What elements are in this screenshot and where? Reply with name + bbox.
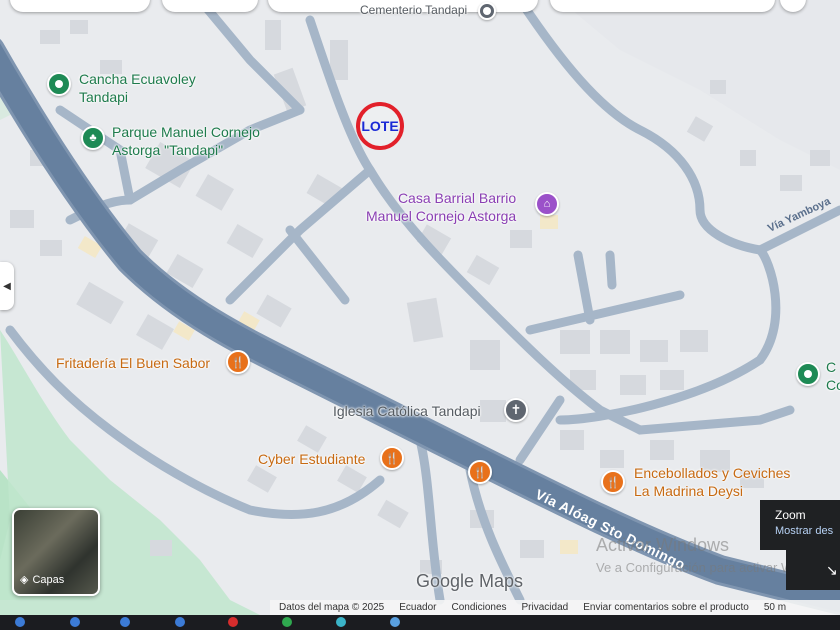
expand-button[interactable]: ↘: [786, 550, 840, 590]
zoom-link[interactable]: Mostrar des: [775, 525, 840, 537]
parque-tree-icon[interactable]: ♣: [81, 126, 105, 150]
parque-label[interactable]: Parque Manuel Cornejo Astorga "Tandapi": [112, 123, 260, 159]
parque-label-line2: Astorga "Tandapi": [112, 142, 224, 158]
lote-label: LOTE: [361, 118, 399, 134]
attribution-bar: Datos del mapa © 2025 Ecuador Condicione…: [270, 600, 840, 615]
cyber-label[interactable]: Cyber Estudiante: [258, 450, 365, 468]
chevron-left-icon: ◀: [3, 280, 11, 292]
layers-label: Capas: [32, 573, 65, 586]
right-edge-label[interactable]: C Co: [826, 358, 840, 394]
cancha-label-line2: Tandapi: [79, 89, 129, 105]
right-edge-pin-icon[interactable]: [796, 362, 820, 386]
right-edge-label-line1: C: [826, 359, 837, 375]
casa-label-line2: Manuel Cornejo Astorga: [366, 208, 517, 224]
taskbar-app-icon[interactable]: [120, 617, 130, 627]
zoom-title: Zoom: [775, 508, 806, 522]
lote-marker: LOTE: [356, 102, 404, 150]
layers-button[interactable]: ◈ Capas: [12, 508, 100, 596]
taskbar-app-icon[interactable]: [175, 617, 185, 627]
taskbar: [0, 615, 840, 630]
zoom-tooltip: Zoom Mostrar des: [760, 500, 840, 550]
fritaderia-label[interactable]: Fritadería El Buen Sabor: [56, 354, 210, 372]
taskbar-app-icon[interactable]: [15, 617, 25, 627]
encebollados-restaurant-icon[interactable]: 🍴: [601, 470, 625, 494]
restaurant-pin-icon[interactable]: 🍴: [468, 460, 492, 484]
cemetery-pin-icon[interactable]: [478, 2, 496, 20]
casa-barrial-home-icon[interactable]: ⌂: [535, 192, 559, 216]
layers-text: ◈ Capas: [20, 573, 65, 587]
top-chip-2[interactable]: [162, 0, 258, 12]
taskbar-app-icon[interactable]: [390, 617, 400, 627]
taskbar-app-icon[interactable]: [70, 617, 80, 627]
parque-label-line1: Parque Manuel Cornejo: [112, 124, 260, 140]
terms-link[interactable]: Condiciones: [451, 602, 506, 613]
casa-label-line1: Casa Barrial Barrio: [397, 190, 517, 206]
taskbar-app-icon[interactable]: [282, 617, 292, 627]
country-link[interactable]: Ecuador: [399, 602, 436, 613]
top-chip-1[interactable]: [10, 0, 150, 12]
fritaderia-restaurant-icon[interactable]: 🍴: [226, 350, 250, 374]
windows-activation-watermark-sub: Ve a Configuración para activar Wi: [596, 560, 797, 575]
iglesia-cross-icon[interactable]: ✝: [504, 398, 528, 422]
taskbar-app-icon[interactable]: [228, 617, 238, 627]
iglesia-label[interactable]: Iglesia Católica Tandapi: [333, 402, 481, 420]
taskbar-app-icon[interactable]: [336, 617, 346, 627]
feedback-link[interactable]: Enviar comentarios sobre el producto: [583, 602, 749, 613]
cancha-pin-icon[interactable]: [47, 72, 71, 96]
cyber-restaurant-icon[interactable]: 🍴: [380, 446, 404, 470]
scale-label[interactable]: 50 m: [764, 602, 786, 613]
windows-activation-watermark: Activar Windows: [596, 535, 730, 555]
encebollados-label-line2: La Madrina Deysi: [634, 483, 743, 499]
cemetery-label[interactable]: Cementerio Tandapi: [360, 1, 467, 19]
google-maps-logo: Google Maps: [416, 571, 524, 591]
privacy-link[interactable]: Privacidad: [522, 602, 569, 613]
cancha-label-line1: Cancha Ecuavoley: [79, 71, 196, 87]
encebollados-label-line1: Encebollados y Ceviches: [634, 465, 791, 481]
right-edge-label-line2: Co: [826, 377, 840, 393]
encebollados-label[interactable]: Encebollados y Ceviches La Madrina Deysi: [634, 464, 790, 500]
top-chip-4[interactable]: [550, 0, 775, 12]
layers-icon: ◈: [20, 574, 29, 586]
collapse-panel-button[interactable]: ◀: [0, 262, 14, 310]
casa-barrial-label[interactable]: Casa Barrial Barrio Manuel Cornejo Astor…: [366, 189, 516, 225]
cancha-label[interactable]: Cancha Ecuavoley Tandapi: [79, 70, 196, 106]
map-data-text: Datos del mapa © 2025: [279, 602, 385, 613]
arrow-right-icon: ↘: [826, 561, 838, 578]
